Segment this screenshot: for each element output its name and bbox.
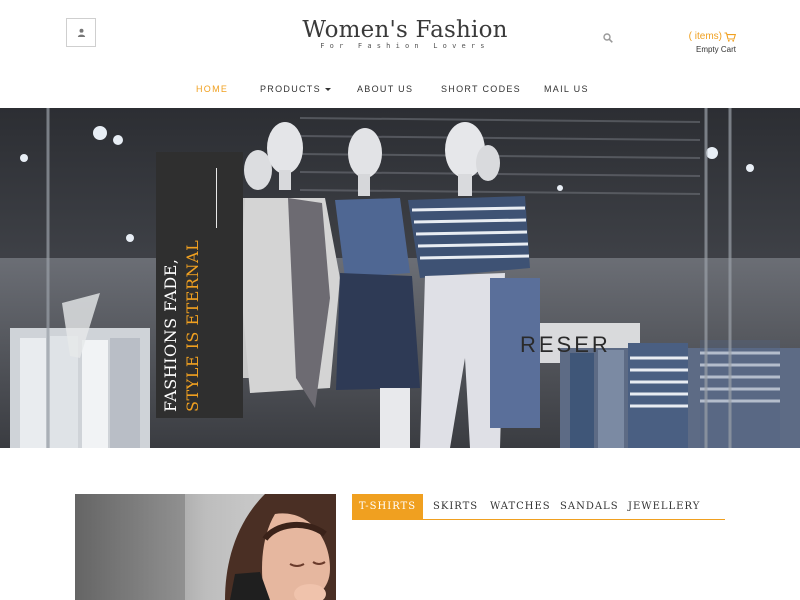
chevron-down-icon [324,88,331,92]
nav-item-products[interactable]: PRODUCTS [260,84,331,94]
cart-icon [724,32,736,42]
tab-t-shirts[interactable]: T-SHIRTS [352,494,423,519]
hero-headline-line1: FASHIONS FADE, [161,258,180,412]
svg-text:RESER: RESER [520,332,611,357]
nav-item-label: PRODUCTS [260,84,321,94]
hero-image: RESER [0,108,800,448]
tab-label: T-SHIRTS [358,501,417,512]
tab-label: SANDALS [560,501,619,512]
cart-widget[interactable]: ( items) Empty Cart [660,31,736,55]
tab-label: WATCHES [490,501,551,512]
tab-watches[interactable]: WATCHES [480,494,561,519]
tab-skirts[interactable]: SKIRTS [423,494,488,519]
hero-banner: RESER FASHIONS FADE, STYLE IS ETERNAL [0,108,800,448]
product-category-tabs: T-SHIRTS SKIRTS WATCHES SANDALS JEWELLER… [352,494,725,520]
tab-sandals[interactable]: SANDALS [550,494,629,519]
hero-divider [216,168,217,228]
nav-item-label: HOME [196,84,229,94]
promo-photo [75,494,336,600]
nav-item-home[interactable]: HOME [196,84,228,94]
promo-image[interactable] [75,494,336,600]
hero-headline: FASHIONS FADE, STYLE IS ETERNAL [160,240,204,412]
main-nav: HOME PRODUCTS ABOUT US SHORT CODES MAIL … [0,78,800,108]
cart-items-count: ( items) [688,31,722,42]
tab-label: JEWELLERY [628,501,701,512]
nav-item-about-us[interactable]: ABOUT US [357,84,413,94]
tab-jewellery[interactable]: JEWELLERY [618,494,710,519]
cart-items: ( items) [660,31,736,43]
tab-label: SKIRTS [433,501,479,512]
site-header: Women's Fashion For Fashion Lovers ( ite… [0,0,800,78]
hero-headline-line2: STYLE IS ETERNAL [183,239,202,412]
cart-status: Empty Cart [695,45,736,54]
nav-item-label: ABOUT US [357,84,414,94]
nav-item-short-codes[interactable]: SHORT CODES [441,84,521,94]
nav-item-label: SHORT CODES [441,84,521,94]
nav-item-label: MAIL US [544,84,589,94]
nav-item-mail-us[interactable]: MAIL US [544,84,589,94]
search-icon[interactable] [603,33,613,43]
